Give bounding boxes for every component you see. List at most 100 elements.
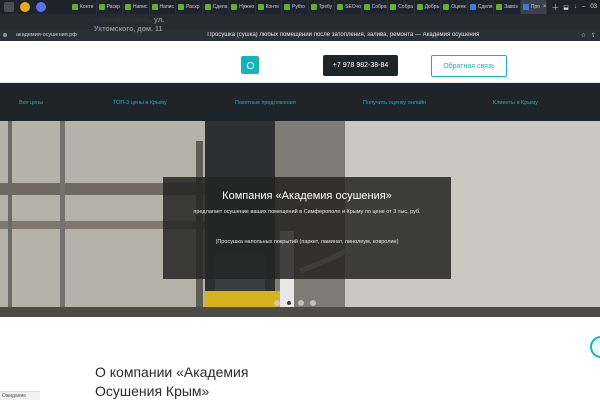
about-title: О компании «Академия Осушения Крым»	[95, 363, 315, 400]
share-icon[interactable]: ⇪	[591, 32, 596, 39]
address-bar: академия-осушения.рф Просушка (сушка) лю…	[0, 29, 600, 41]
company-address: г. Симферополь, ул. Ухтомского, дом. 11	[94, 16, 184, 34]
tab[interactable]: Добрь	[415, 0, 442, 14]
menu-icon[interactable]	[4, 2, 14, 12]
leaf-favicon-icon	[390, 4, 397, 10]
address-city: г. Симферополь,	[94, 17, 153, 24]
tab-label: Нужно	[239, 4, 255, 10]
tab[interactable]: SEO-ко	[335, 0, 362, 14]
tab[interactable]: Оценк	[441, 0, 468, 14]
leaf-favicon-icon	[363, 4, 370, 10]
download-icon[interactable]: ↓	[574, 4, 577, 10]
tab-label: Напис	[159, 4, 174, 10]
leaf-favicon-icon	[337, 4, 344, 10]
nav-item-packages[interactable]: Пакетные предложения	[235, 100, 296, 106]
star-icon[interactable]: ☆	[581, 32, 586, 39]
tab-label: Собра	[371, 4, 387, 10]
leaf-favicon-icon	[443, 4, 450, 10]
nav-item-all-prices[interactable]: Все цены	[19, 100, 43, 106]
leaf-favicon-icon	[310, 4, 317, 10]
slider-dots	[274, 300, 316, 306]
tab[interactable]: Завоз	[494, 0, 521, 14]
yandex-icon[interactable]	[20, 2, 30, 12]
tab[interactable]: Сдела	[203, 0, 230, 14]
browser-window: Конте Раскр Напис Напис Раскр Сдела Нужно Конте…	[0, 0, 600, 400]
tab[interactable]: Напис	[150, 0, 177, 14]
tab[interactable]: Требу	[309, 0, 336, 14]
about-title-line1: О компании «Академия	[95, 364, 249, 380]
tab-label: Конте	[80, 4, 94, 10]
tab-label: Про	[530, 4, 540, 10]
toolbar-area	[0, 14, 600, 29]
leaf-favicon-icon	[204, 4, 211, 10]
tab-label: Сдела	[212, 4, 228, 10]
tabs-list: Конте Раскр Напис Напис Раскр Сдела Нужно Конте…	[70, 0, 548, 14]
hero-note: (Просушка напольных покрытий (паркет, ла…	[215, 239, 399, 245]
tab[interactable]: Сделя	[468, 0, 495, 14]
tab-label: Pytho	[292, 4, 305, 10]
phone-button[interactable]: +7 978 982-38-84	[323, 55, 398, 76]
tab[interactable]: Собра	[362, 0, 389, 14]
new-tab-icon[interactable]: ＋	[547, 2, 563, 13]
slider-dot[interactable]	[310, 300, 316, 306]
hero-subtext: предлагает осушение ваших помещений в Си…	[193, 209, 421, 215]
leaf-favicon-icon	[72, 4, 78, 10]
tab[interactable]: Собра	[388, 0, 415, 14]
hero-heading: Компания «Академия осушения»	[222, 190, 392, 202]
tab-label: Раскр	[106, 4, 120, 10]
leaf-favicon-icon	[257, 4, 264, 10]
tab[interactable]: Раскр	[97, 0, 124, 14]
leaf-favicon-icon	[231, 4, 238, 10]
leaf-favicon-icon	[284, 4, 291, 10]
tab-active[interactable]: Про ×	[520, 0, 548, 14]
callback-button[interactable]: Обратная связь	[431, 55, 507, 77]
minimize-icon[interactable]: –	[582, 4, 585, 10]
status-bar: Ожидание	[0, 391, 40, 400]
tab-label: Собра	[398, 4, 414, 10]
nav-item-top3[interactable]: ТОП-3 цены в Крыму	[113, 100, 167, 106]
leaf-favicon-icon	[178, 4, 185, 10]
about-title-line2: Осушения Крым»	[95, 383, 210, 399]
tab[interactable]: Напис	[123, 0, 150, 14]
tab-label: Добрь	[424, 4, 440, 10]
window-controls: ⬓ ↓ – 03	[563, 0, 600, 14]
tab[interactable]: Конте	[256, 0, 283, 14]
tab-label: Сделя	[477, 4, 493, 10]
close-tab-icon[interactable]: ×	[543, 4, 546, 10]
slider-dot-active[interactable]	[286, 300, 292, 306]
tab[interactable]: Раскр	[176, 0, 203, 14]
hero-caption-box: Компания «Академия осушения» предлагает …	[163, 177, 451, 279]
tab[interactable]: Нужно	[229, 0, 256, 14]
about-section: О компании «Академия Осушения Крым»	[0, 317, 600, 400]
tab-label: Конте	[265, 4, 280, 10]
globe-favicon-icon	[522, 4, 529, 10]
tab-label: Завоз	[504, 4, 518, 10]
leaf-favicon-icon	[416, 4, 423, 10]
whatsapp-icon	[246, 61, 254, 69]
globe-favicon-icon	[469, 4, 476, 10]
tab-label: Раскр	[186, 4, 200, 10]
tab-label: Напис	[133, 4, 148, 10]
hero-slider: Компания «Академия осушения» предлагает …	[0, 121, 600, 317]
page-title: Просушка (сушка) любых помещений после з…	[207, 32, 480, 38]
main-nav: Все цены ТОП-3 цены в Крыму Пакетные пре…	[0, 83, 600, 121]
slider-dot[interactable]	[298, 300, 304, 306]
tab-strip: Конте Раскр Напис Напис Раскр Сдела Нужно Конте…	[0, 0, 600, 14]
clock: 03	[590, 4, 597, 10]
slider-dot[interactable]	[274, 300, 280, 306]
lock-icon[interactable]	[3, 33, 7, 37]
site-header	[0, 41, 600, 83]
tab-label: Требу	[318, 4, 333, 10]
leaf-favicon-icon	[125, 4, 132, 10]
address-icons	[0, 33, 14, 37]
tab[interactable]: Pytho	[282, 0, 309, 14]
discord-icon[interactable]	[36, 2, 46, 12]
tab-label: SEO-ко	[345, 4, 362, 10]
address-actions: ☆ ⇪	[581, 32, 600, 39]
bookmark-icon[interactable]: ⬓	[563, 4, 569, 11]
nav-item-online-estimate[interactable]: Получить оценку онлайн	[363, 100, 426, 106]
nav-item-clients[interactable]: Клиенты в Крыму	[493, 100, 538, 106]
tab[interactable]: Конте	[70, 0, 97, 14]
os-icons	[0, 0, 70, 14]
whatsapp-button[interactable]	[241, 56, 259, 74]
